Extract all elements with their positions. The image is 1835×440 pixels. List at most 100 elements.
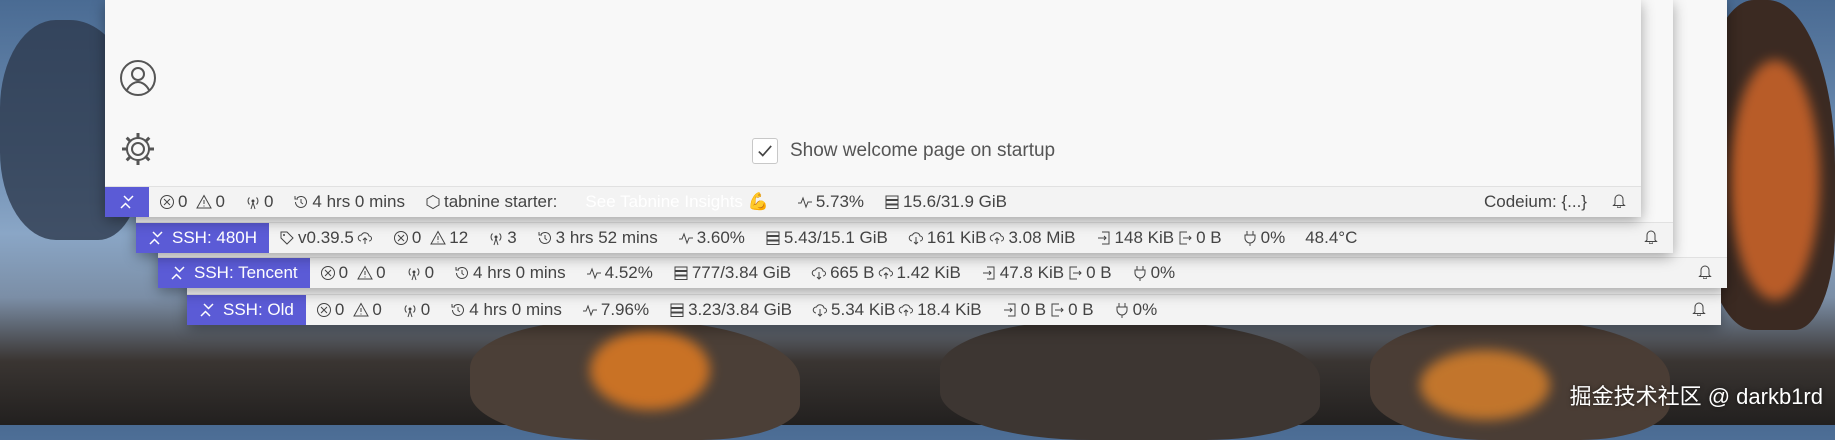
history-icon [454,265,470,281]
version-status[interactable]: v0.39.5 [269,228,383,248]
uptime-text: 4 hrs 0 mins [312,192,405,211]
cloud-download-icon [908,230,924,246]
cloud-download-icon [812,302,828,318]
power-status: 0% [1104,300,1168,320]
up-text: 18.4 KiB [917,300,982,319]
bell-icon [1697,263,1713,279]
server-icon [765,230,781,246]
notifications-button[interactable] [1683,263,1727,284]
broadcast-icon [402,302,418,318]
pulse-icon [678,230,694,246]
remote-icon [199,302,215,318]
network-status: 161 KiB 3.08 MiB [898,228,1086,248]
pulse-icon [797,194,813,210]
pulse-icon [586,265,602,281]
gear-icon[interactable] [119,130,157,168]
tag-icon [279,230,295,246]
watermark: 掘金技术社区 @ darkb1rd [1569,384,1823,409]
notifications-button[interactable] [1597,192,1641,213]
codeium-status[interactable]: Codeium: {...} [1474,192,1597,212]
statusbar-480h: SSH: 480H v0.39.5 0 12 3 3 hrs 52 mins 3… [136,222,1673,253]
tabnine-insights-text: See Tabnine Insights 💪 [585,192,769,211]
remote-icon [170,265,186,281]
cpu-text: 3.60% [696,228,745,247]
statusbar-main: 0 0 0 4 hrs 0 mins tabnine starter: See … [105,186,1641,217]
ports-count: 0 [263,192,274,211]
warning-count: 12 [449,228,469,247]
power-text: 0% [1260,228,1286,247]
sign-in-icon [1096,230,1112,246]
problems-status[interactable]: 0 0 [310,263,396,283]
error-count: 0 [338,263,349,282]
codeium-text: Codeium: {...} [1483,192,1587,211]
lava-glow-right [1730,60,1820,300]
warning-icon [353,302,370,318]
temperature-text: 48.4°C [1305,228,1358,247]
version-text: v0.39.5 [298,228,354,247]
network-status: 665 B 1.42 KiB [801,263,971,283]
sign-out-icon [1049,302,1065,318]
ports-status[interactable]: 0 [235,192,283,212]
uptime-status: 4 hrs 0 mins [444,263,576,283]
memory-text: 15.6/31.9 GiB [903,192,1007,211]
warning-icon [357,265,373,281]
problems-status[interactable]: 0 12 [383,228,478,248]
cloud-sync-icon [357,230,373,246]
ports-count: 0 [424,263,435,282]
welcome-checkbox-label: Show welcome page on startup [790,140,1056,161]
sign-in-icon [1002,302,1018,318]
remote-label: SSH: Tencent [194,263,298,282]
remote-indicator[interactable]: SSH: Old [187,295,306,325]
plug-icon [1114,302,1130,318]
remote-indicator[interactable]: SSH: 480H [136,223,270,253]
cpu-text: 4.52% [604,263,653,282]
power-status: 0% [1122,263,1186,283]
disk-out-text: 0 B [1068,300,1094,319]
ports-status[interactable]: 0 [392,300,440,320]
broadcast-icon [245,194,261,210]
statusbar-tencent: SSH: Tencent 0 0 0 4 hrs 0 mins 4.52% 77… [158,257,1727,288]
bell-icon [1691,300,1707,316]
plug-icon [1242,230,1258,246]
ports-status[interactable]: 0 [396,263,444,283]
network-status: 5.34 KiB 18.4 KiB [802,300,992,320]
tabnine-status[interactable]: tabnine starter: [415,192,567,212]
window-main: Show welcome page on startup 0 0 0 4 hrs… [105,0,1641,217]
up-text: 1.42 KiB [896,263,961,282]
cloud-upload-icon [989,230,1005,246]
ports-status[interactable]: 3 [478,228,526,248]
disk-out-text: 0 B [1086,263,1112,282]
problems-status[interactable]: 0 0 [149,192,235,212]
error-icon [320,265,336,281]
broadcast-icon [406,265,422,281]
cpu-status: 4.52% [576,263,663,283]
tabnine-insights-link[interactable]: See Tabnine Insights 💪 [567,192,786,212]
memory-text: 3.23/3.84 GiB [688,300,793,319]
notifications-button[interactable] [1677,300,1721,321]
account-icon[interactable] [119,59,157,97]
remote-label: SSH: 480H [172,228,258,247]
warning-count: 0 [215,192,225,211]
remote-indicator[interactable]: SSH: Tencent [158,258,310,288]
bell-icon [1611,192,1627,208]
uptime-text: 4 hrs 0 mins [469,300,562,319]
error-icon [393,230,409,246]
cloud-download-icon [811,265,827,281]
up-text: 3.08 MiB [1008,228,1076,247]
problems-status[interactable]: 0 0 [306,300,392,320]
welcome-checkbox-row[interactable]: Show welcome page on startup [752,138,1055,164]
down-text: 5.34 KiB [831,300,896,319]
uptime-status: 3 hrs 52 mins [527,228,668,248]
warning-count: 0 [376,263,386,282]
statusbar-old: SSH: Old 0 0 0 4 hrs 0 mins 7.96% 3.23/3… [187,294,1721,325]
cloud-upload-icon [898,302,914,318]
warning-icon [430,230,447,246]
welcome-checkbox[interactable] [752,138,778,164]
remote-indicator[interactable] [105,187,149,217]
disk-status: 0 B 0 B [992,300,1104,320]
power-text: 0% [1150,263,1176,282]
history-icon [537,230,553,246]
notifications-button[interactable] [1629,228,1673,249]
remote-label: SSH: Old [223,300,294,319]
error-count: 0 [178,192,188,211]
